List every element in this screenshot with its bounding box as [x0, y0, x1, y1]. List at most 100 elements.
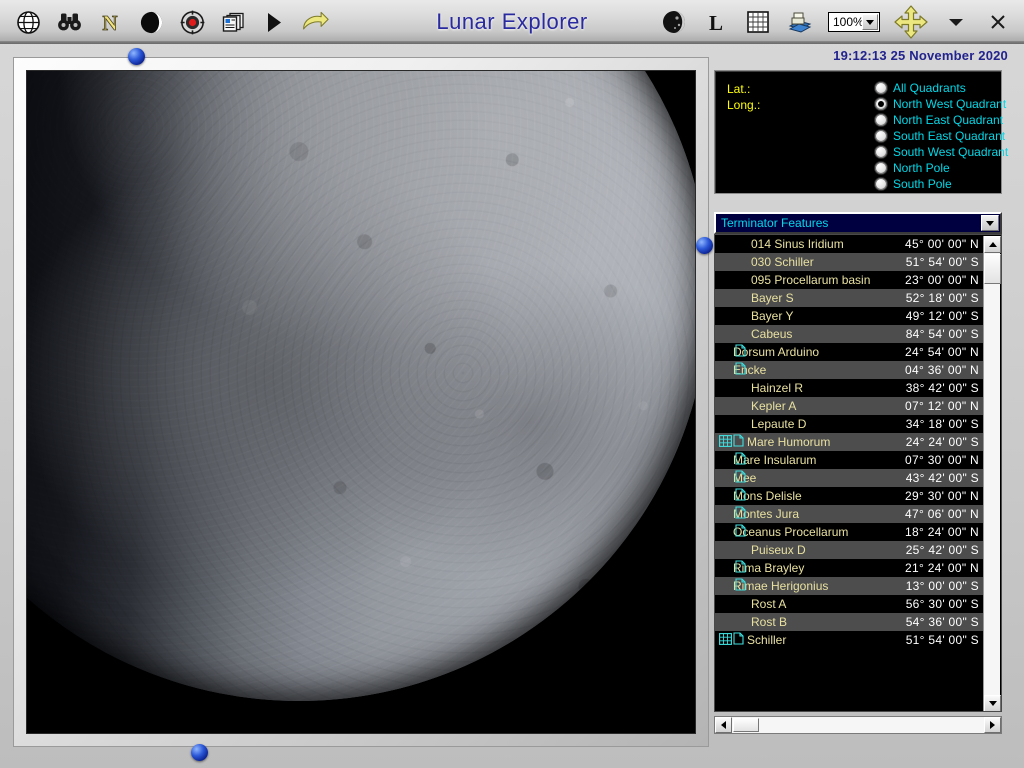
- radio-button-icon[interactable]: [875, 98, 887, 110]
- feature-row[interactable]: Puiseux D 25° 42' 00" S: [715, 541, 985, 559]
- print-books-icon[interactable]: [786, 8, 814, 36]
- close-button[interactable]: [984, 8, 1012, 36]
- radio-button-icon[interactable]: [875, 114, 887, 126]
- moon-globe-icon[interactable]: [660, 8, 688, 36]
- quadrant-radio-south-east-quadrant[interactable]: South East Quadrant: [875, 128, 1008, 144]
- feature-row[interactable]: Mons Delisle 29° 30' 00" N: [715, 487, 985, 505]
- feature-row[interactable]: Bayer S 52° 18' 00" S: [715, 289, 985, 307]
- feature-list-vertical-scrollbar[interactable]: [983, 236, 1001, 711]
- target-record-icon[interactable]: [178, 8, 206, 36]
- quadrant-radio-label: South Pole: [893, 177, 952, 191]
- feature-row[interactable]: Montes Jura 47° 06' 00" N: [715, 505, 985, 523]
- quadrant-radio-north-west-quadrant[interactable]: North West Quadrant: [875, 96, 1008, 112]
- feature-listbox[interactable]: 014 Sinus Iridium 45° 00' 00" N 030 Schill…: [714, 234, 1002, 712]
- feature-row[interactable]: Rost A 56° 30' 00" S: [715, 595, 985, 613]
- feature-row[interactable]: Hainzel R 38° 42' 00" S: [715, 379, 985, 397]
- moon-phase-icon[interactable]: [137, 8, 165, 36]
- cards-stack-icon[interactable]: [219, 8, 247, 36]
- scroll-right-button[interactable]: [984, 717, 1001, 733]
- binoculars-icon[interactable]: [55, 8, 83, 36]
- feature-row[interactable]: Mee 43° 42' 00" S: [715, 469, 985, 487]
- quadrant-radio-north-east-quadrant[interactable]: North East Quadrant: [875, 112, 1008, 128]
- quadrant-radio-label: North West Quadrant: [893, 97, 1007, 111]
- triangle-down-icon: [988, 701, 997, 706]
- zoom-dropdown-button[interactable]: [862, 14, 878, 30]
- feature-row[interactable]: Cabeus 84° 54' 00" S: [715, 325, 985, 343]
- feature-name: Mons Delisle: [733, 489, 802, 503]
- grid-table-icon: [719, 632, 732, 648]
- feature-row[interactable]: Kepler A 07° 12' 00" N: [715, 397, 985, 415]
- feature-row-icons: [733, 524, 746, 539]
- globe-grid-icon[interactable]: [14, 8, 42, 36]
- menu-chevron-down-icon[interactable]: [942, 8, 970, 36]
- feature-coordinate: 24° 54' 00" N: [905, 345, 979, 359]
- feature-row[interactable]: 014 Sinus Iridium 45° 00' 00" N: [715, 235, 985, 253]
- feature-row[interactable]: Rost B 54° 36' 00" S: [715, 613, 985, 631]
- viewer-handle-bottom[interactable]: [191, 744, 208, 761]
- feature-coordinate: 84° 54' 00" S: [905, 327, 979, 341]
- feature-coordinate: 49° 12' 00" S: [905, 309, 979, 323]
- feature-row[interactable]: Mare Insularum 07° 30' 00" N: [715, 451, 985, 469]
- zoom-level-select[interactable]: 100%: [828, 12, 880, 32]
- feature-coordinate: 47° 06' 00" N: [905, 507, 979, 521]
- feature-coordinate: 38° 42' 00" S: [905, 381, 979, 395]
- feature-name: Hainzel R: [751, 381, 804, 395]
- feature-category-dropdown-button[interactable]: [981, 215, 999, 231]
- feature-list-horizontal-scrollbar[interactable]: [714, 716, 1002, 734]
- quadrant-radio-label: North East Quadrant: [893, 113, 1004, 127]
- feature-row[interactable]: Dorsum Arduino 24° 54' 00" N: [715, 343, 985, 361]
- feature-row-icons: [733, 578, 746, 594]
- scroll-left-button[interactable]: [715, 717, 732, 733]
- feature-row[interactable]: 095 Procellarum basin 23° 00' 00" N: [715, 271, 985, 289]
- document-icon: [735, 506, 746, 522]
- moon-limb-shading: [27, 71, 695, 701]
- moon-viewer[interactable]: [26, 70, 696, 734]
- feature-name: 030 Schiller: [751, 255, 814, 269]
- feature-row[interactable]: Lepaute D 34° 18' 00" S: [715, 415, 985, 433]
- moon-image: [27, 71, 695, 701]
- top-toolbar: N Lunar Explorer L 100%: [0, 0, 1024, 44]
- feature-row-icons: [733, 362, 746, 377]
- feature-row[interactable]: Bayer Y 49° 12' 00" S: [715, 307, 985, 325]
- feature-row[interactable]: Oceanus Procellarum 18° 24' 00" N: [715, 523, 985, 541]
- play-icon[interactable]: [260, 8, 288, 36]
- feature-coordinate: 54° 36' 00" S: [905, 615, 979, 629]
- feature-row[interactable]: Schiller 51° 54' 00" S: [715, 631, 985, 649]
- feature-row-icons: [733, 488, 746, 503]
- scroll-up-button[interactable]: [984, 236, 1001, 253]
- feature-row[interactable]: 030 Schiller 51° 54' 00" S: [715, 253, 985, 271]
- svg-text:L: L: [709, 11, 723, 35]
- quadrant-radio-south-west-quadrant[interactable]: South West Quadrant: [875, 144, 1008, 160]
- four-way-arrow-icon[interactable]: [894, 5, 928, 39]
- chevron-down-icon: [866, 19, 874, 25]
- libration-letter-icon[interactable]: L: [702, 8, 730, 36]
- radio-button-icon[interactable]: [875, 130, 887, 142]
- north-letter-icon[interactable]: N: [96, 8, 124, 36]
- feature-row-icons: [715, 543, 717, 557]
- viewer-handle-top[interactable]: [128, 48, 145, 65]
- grid-table-icon: [719, 434, 732, 450]
- radio-button-icon[interactable]: [875, 146, 887, 158]
- feature-row[interactable]: Encke 04° 36' 00" N: [715, 361, 985, 379]
- vertical-scroll-thumb[interactable]: [984, 254, 1001, 284]
- viewer-handle-right[interactable]: [696, 237, 713, 254]
- quadrant-radio-north-pole[interactable]: North Pole: [875, 160, 1008, 176]
- feature-row[interactable]: Mare Humorum 24° 24' 00" S: [715, 433, 985, 451]
- document-icon: [735, 578, 746, 594]
- feature-row[interactable]: Rima Brayley 21° 24' 00" N: [715, 559, 985, 577]
- quadrant-radio-group: All Quadrants North West Quadrant North Ea…: [875, 80, 1008, 192]
- curved-arrow-icon[interactable]: [301, 8, 329, 36]
- quadrant-radio-south-pole[interactable]: South Pole: [875, 176, 1008, 192]
- zoom-level-value: 100%: [833, 15, 864, 29]
- feature-category-select[interactable]: Terminator Features: [714, 212, 1002, 234]
- radio-button-icon[interactable]: [875, 162, 887, 174]
- grid-overlay-icon[interactable]: [744, 8, 772, 36]
- radio-button-icon[interactable]: [875, 82, 887, 94]
- scroll-down-button[interactable]: [984, 695, 1001, 711]
- radio-button-icon[interactable]: [875, 178, 887, 190]
- feature-row-icons: [733, 470, 746, 485]
- horizontal-scroll-thumb[interactable]: [733, 718, 759, 732]
- feature-row[interactable]: Rimae Herigonius 13° 00' 00" S: [715, 577, 985, 595]
- quadrant-radio-all-quadrants[interactable]: All Quadrants: [875, 80, 1008, 96]
- feature-name: Cabeus: [751, 327, 793, 341]
